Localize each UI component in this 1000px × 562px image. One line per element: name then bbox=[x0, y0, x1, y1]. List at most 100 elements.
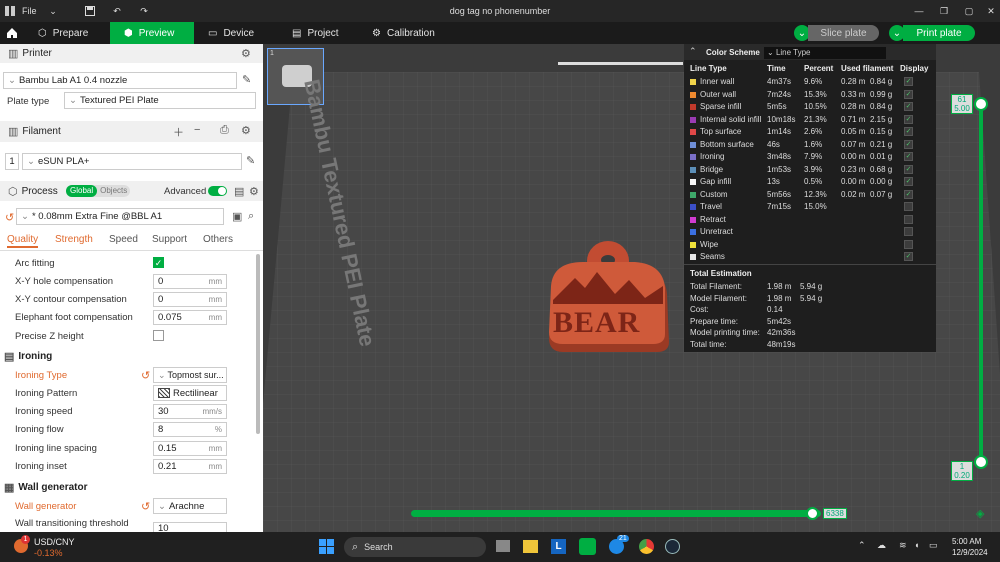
display-checkbox[interactable]: ✓ bbox=[904, 114, 913, 124]
tray-chevron-icon[interactable]: ⌃ bbox=[858, 540, 866, 551]
xy-hole-input[interactable]: 0 mm bbox=[153, 274, 227, 289]
chrome-icon[interactable] bbox=[639, 539, 654, 554]
menu-dropdown-icon[interactable]: ⌄ bbox=[47, 0, 59, 22]
tab-project[interactable]: ▤ Project bbox=[278, 22, 358, 44]
steam-icon[interactable] bbox=[665, 539, 680, 554]
app-l-icon[interactable]: L bbox=[551, 539, 566, 554]
edit-printer-icon[interactable]: ✎ bbox=[242, 73, 251, 86]
wifi-icon[interactable]: ≋ bbox=[899, 540, 907, 551]
objects-option[interactable]: Objects bbox=[97, 185, 130, 197]
layer-slider-track[interactable] bbox=[979, 102, 983, 462]
display-checkbox[interactable] bbox=[904, 202, 913, 211]
tab-others[interactable]: Others bbox=[203, 234, 233, 245]
display-checkbox[interactable]: ✓ bbox=[904, 127, 913, 136]
display-checkbox[interactable]: ✓ bbox=[904, 189, 913, 199]
edit-filament-icon[interactable]: ✎ bbox=[246, 154, 255, 167]
display-checkbox[interactable]: ✓ bbox=[904, 164, 913, 174]
battery-icon[interactable]: ▭ bbox=[929, 540, 938, 551]
tab-preview[interactable]: ⬢ Preview bbox=[110, 22, 194, 44]
wall-generator-reset-icon[interactable]: ↺ bbox=[141, 500, 150, 513]
file-menu[interactable]: File bbox=[22, 0, 37, 22]
volume-icon[interactable]: ◖ bbox=[914, 540, 919, 550]
filament-select[interactable]: ⌄ eSUN PLA+ bbox=[22, 153, 242, 170]
scheme-select[interactable]: ⌄ Line Type bbox=[764, 47, 886, 59]
cloud-icon[interactable]: ☁ bbox=[877, 540, 886, 551]
xy-hole-value: 0 bbox=[158, 276, 164, 287]
ironing-type-reset-icon[interactable]: ↺ bbox=[141, 369, 150, 382]
display-checkbox[interactable]: ✓ bbox=[904, 139, 913, 149]
display-checkbox[interactable]: ✓ bbox=[904, 177, 913, 186]
tab-device[interactable]: ▭ Device bbox=[194, 22, 278, 44]
ironing-flow-input[interactable]: 8% bbox=[153, 422, 227, 437]
tab-support[interactable]: Support bbox=[152, 234, 187, 245]
ironing-inset-input[interactable]: 0.21 mm bbox=[153, 459, 227, 474]
arc-fitting-checkbox[interactable]: ✓ bbox=[153, 257, 164, 268]
tab-strength[interactable]: Strength bbox=[55, 234, 93, 245]
display-checkbox[interactable]: ✓ bbox=[904, 152, 913, 161]
elephant-foot-input[interactable]: 0.075 mm bbox=[153, 310, 227, 325]
display-checkbox[interactable] bbox=[904, 239, 913, 249]
display-checkbox[interactable]: ✓ bbox=[904, 102, 913, 111]
plate-type-select[interactable]: ⌄ Textured PEI Plate bbox=[64, 92, 256, 109]
display-checkbox[interactable]: ✓ bbox=[904, 89, 913, 99]
compare-icon[interactable]: ▤ bbox=[234, 185, 244, 198]
minimize-button[interactable]: — bbox=[912, 0, 926, 22]
layers-icon[interactable]: ◈ bbox=[976, 507, 984, 520]
display-checkbox[interactable] bbox=[904, 227, 913, 236]
printer-select[interactable]: ⌄ Bambu Lab A1 0.4 nozzle bbox=[3, 72, 237, 89]
global-option[interactable]: Global bbox=[66, 185, 98, 197]
windows-start-icon[interactable] bbox=[319, 539, 335, 555]
print-plate-button[interactable]: Print plate bbox=[903, 25, 975, 41]
advanced-toggle[interactable] bbox=[208, 186, 227, 196]
maximize-button[interactable]: ▢ bbox=[962, 0, 976, 22]
move-slider-track[interactable] bbox=[411, 510, 821, 517]
line-type-weight: 0.68 g bbox=[870, 164, 893, 174]
layer-slider-bottom-handle[interactable] bbox=[974, 455, 988, 469]
wall-threshold-input[interactable]: 10 bbox=[153, 522, 227, 532]
display-checkbox[interactable]: ✓ bbox=[904, 252, 913, 261]
restore-button[interactable]: ❐ bbox=[937, 0, 951, 22]
filament-sync-icon[interactable]: ⎙ bbox=[220, 124, 229, 137]
clock-date[interactable]: 12/9/2024 bbox=[952, 548, 988, 557]
taskbar-search[interactable]: ⌕ Search bbox=[344, 537, 486, 557]
process-settings-icon[interactable]: ⚙ bbox=[249, 185, 259, 198]
printer-settings-icon[interactable]: ⚙ bbox=[241, 47, 251, 60]
xy-contour-input[interactable]: 0 mm bbox=[153, 292, 227, 307]
redo-icon[interactable]: ↷ bbox=[138, 0, 150, 22]
tab-prepare[interactable]: ⬡ Prepare bbox=[24, 22, 110, 44]
reset-icon[interactable]: ↺ bbox=[5, 211, 14, 224]
move-slider-handle[interactable] bbox=[806, 507, 819, 520]
ironing-speed-input[interactable]: 30 mm/s bbox=[153, 404, 227, 419]
ironing-spacing-input[interactable]: 0.15 mm bbox=[153, 441, 227, 456]
legend-row: Travel 7m15s 15.0% bbox=[684, 201, 936, 214]
tab-quality[interactable]: Quality bbox=[7, 234, 39, 248]
bambu-studio-taskbar-icon[interactable] bbox=[579, 538, 596, 555]
precise-z-checkbox[interactable] bbox=[153, 330, 164, 341]
home-icon[interactable] bbox=[0, 22, 24, 44]
close-button[interactable]: ✕ bbox=[985, 0, 997, 22]
settings-scrollbar[interactable] bbox=[256, 254, 260, 434]
tab-calibration[interactable]: ⚙ Calibration bbox=[358, 22, 450, 44]
save-icon[interactable] bbox=[84, 0, 96, 22]
filament-settings-icon[interactable]: ⚙ bbox=[241, 124, 251, 137]
remove-filament-icon[interactable]: − bbox=[194, 124, 200, 136]
display-checkbox[interactable]: ✓ bbox=[904, 77, 913, 86]
ironing-type-value: Topmost sur... bbox=[167, 370, 224, 380]
display-checkbox[interactable] bbox=[904, 214, 913, 224]
collapse-icon[interactable]: ⌃ bbox=[689, 46, 697, 57]
global-objects-toggle[interactable]: Global Objects bbox=[66, 185, 130, 197]
search-icon[interactable]: ⌕ bbox=[248, 210, 254, 223]
tab-speed[interactable]: Speed bbox=[109, 234, 138, 245]
save-preset-icon[interactable]: ▣ bbox=[232, 210, 242, 223]
add-filament-icon[interactable]: ＋ bbox=[173, 124, 184, 140]
process-preset-select[interactable]: ⌄ * 0.08mm Extra Fine @BBL A1 bbox=[16, 208, 224, 225]
wall-generator-select[interactable]: ⌄ Arachne bbox=[153, 498, 227, 514]
slice-plate-button[interactable]: Slice plate bbox=[808, 25, 879, 41]
file-explorer-icon[interactable] bbox=[523, 540, 538, 553]
clock-time[interactable]: 5:00 AM bbox=[952, 537, 981, 546]
undo-icon[interactable]: ↶ bbox=[111, 0, 123, 22]
task-view-icon[interactable] bbox=[496, 540, 510, 552]
layer-slider-top-handle[interactable] bbox=[974, 97, 988, 111]
ironing-pattern-select[interactable]: Rectilinear bbox=[153, 385, 227, 401]
ironing-type-select[interactable]: ⌄ Topmost sur... bbox=[153, 367, 227, 383]
